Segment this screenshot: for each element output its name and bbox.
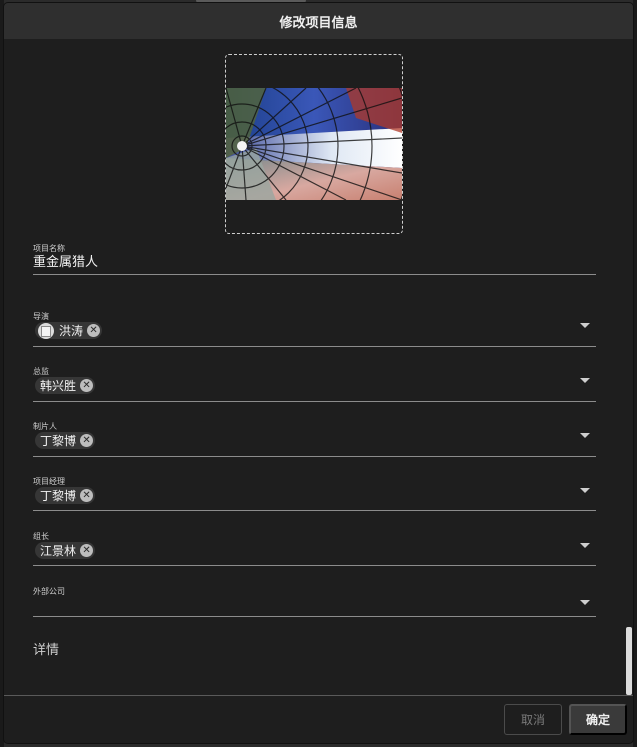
details-section-title: 详情 bbox=[33, 643, 60, 658]
producer-select[interactable]: 制片人 丁黎博 ✕ bbox=[33, 421, 596, 457]
dialog-title: 修改项目信息 bbox=[279, 15, 358, 31]
project-manager-select[interactable]: 项目经理 丁黎博 ✕ bbox=[33, 476, 596, 511]
team-lead-chip: 江景林 ✕ bbox=[35, 542, 96, 559]
external-company-select[interactable]: 外部公司 bbox=[33, 586, 596, 617]
chevron-down-icon[interactable] bbox=[580, 433, 590, 438]
confirm-button[interactable]: 确定 bbox=[569, 704, 627, 735]
broken-avatar-icon bbox=[38, 322, 54, 339]
project-manager-chip: 丁黎博 ✕ bbox=[35, 487, 96, 504]
supervisor-select[interactable]: 总监 韩兴胜 ✕ bbox=[33, 366, 596, 402]
team-lead-select[interactable]: 组长 江景林 ✕ bbox=[33, 531, 596, 566]
close-circle-icon[interactable]: ✕ bbox=[80, 379, 94, 392]
director-chip: 洪涛 ✕ bbox=[35, 322, 103, 339]
director-select[interactable]: 导演 洪涛 ✕ bbox=[33, 311, 596, 347]
chevron-down-icon[interactable] bbox=[580, 600, 590, 605]
supervisor-chip: 韩兴胜 ✕ bbox=[35, 377, 96, 394]
dialog-header: 修改项目信息 bbox=[4, 3, 633, 39]
supervisor-label: 总监 bbox=[33, 367, 49, 376]
scrollbar-thumb[interactable] bbox=[626, 627, 632, 695]
supervisor-chip-label: 韩兴胜 bbox=[40, 379, 77, 393]
close-circle-icon[interactable]: ✕ bbox=[87, 324, 101, 337]
project-manager-chip-label: 丁黎博 bbox=[40, 489, 77, 503]
close-circle-icon[interactable]: ✕ bbox=[80, 544, 94, 557]
producer-chip: 丁黎博 ✕ bbox=[35, 432, 96, 449]
dialog-body: 项目名称 重金属猎人 导演 洪涛 ✕ 总监 韩兴胜 ✕ 制片人 丁黎博 ✕ 项目… bbox=[4, 39, 633, 695]
close-circle-icon[interactable]: ✕ bbox=[80, 489, 94, 502]
external-company-label: 外部公司 bbox=[33, 587, 65, 596]
edit-project-dialog: 修改项目信息 项目名称 重金属猎人 导演 洪涛 ✕ 总监 韩兴胜 ✕ 制片人 丁… bbox=[4, 3, 633, 743]
background-edge-right bbox=[633, 0, 637, 747]
team-lead-chip-label: 江景林 bbox=[40, 544, 77, 558]
chevron-down-icon[interactable] bbox=[580, 378, 590, 383]
project-manager-label: 项目经理 bbox=[33, 477, 65, 486]
director-chip-label: 洪涛 bbox=[59, 324, 84, 338]
chevron-down-icon[interactable] bbox=[580, 543, 590, 548]
producer-chip-label: 丁黎博 bbox=[40, 434, 77, 448]
cover-image bbox=[226, 88, 402, 200]
cover-image-dropzone[interactable] bbox=[225, 54, 403, 234]
cancel-button[interactable]: 取消 bbox=[504, 704, 562, 735]
dialog-footer: 取消 确定 bbox=[4, 695, 633, 743]
chevron-down-icon[interactable] bbox=[580, 323, 590, 328]
chevron-down-icon[interactable] bbox=[580, 488, 590, 493]
project-name-field[interactable]: 项目名称 重金属猎人 bbox=[33, 243, 596, 275]
producer-label: 制片人 bbox=[33, 422, 57, 431]
close-circle-icon[interactable]: ✕ bbox=[80, 434, 94, 447]
project-name-input[interactable]: 重金属猎人 bbox=[33, 251, 98, 270]
director-label: 导演 bbox=[33, 312, 49, 321]
team-lead-label: 组长 bbox=[33, 532, 49, 541]
